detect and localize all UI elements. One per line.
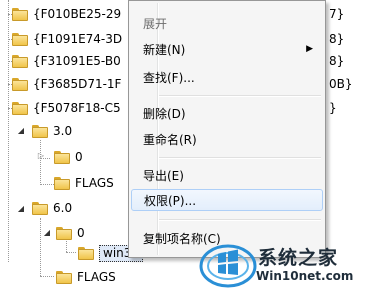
key-name-fragment: 8}	[329, 32, 345, 46]
tree-item-0[interactable]: 0	[56, 224, 85, 242]
menu-separator	[159, 157, 321, 159]
menu-item-label: 权限(P)...	[144, 193, 197, 208]
windows-logo-icon	[199, 244, 257, 288]
folder-icon	[12, 77, 28, 91]
tree-item-label: FLAGS	[75, 176, 114, 190]
watermark: 系统之家 Win10net.com	[196, 236, 367, 293]
tree-item[interactable]: {F010BE25-29	[12, 5, 121, 23]
watermark-url: Win10net.com	[256, 269, 354, 283]
folder-icon	[56, 226, 72, 240]
context-menu: 展开 新建(N) ▶ 查找(F)... 删除(D) 重命名(R) 导出(E) 权…	[128, 0, 326, 258]
menu-item-label: 展开	[143, 16, 168, 31]
tree-item-label: {F3685D71-1F	[33, 77, 122, 91]
collapse-arrow-icon[interactable]: ▷	[36, 151, 46, 161]
tree-item-label: 6.0	[53, 201, 73, 215]
tree-item-3-0[interactable]: 3.0	[32, 122, 72, 140]
expand-arrow-icon[interactable]: ◢	[42, 228, 52, 238]
tree-item[interactable]: {F1091E74-3D	[12, 30, 122, 48]
tree-item-label: 0	[77, 226, 85, 240]
folder-icon	[56, 270, 72, 284]
tree-item-label: FLAGS	[77, 270, 116, 284]
key-name-fragment: }	[329, 101, 337, 115]
menu-separator	[159, 219, 321, 221]
tree-line	[40, 184, 54, 185]
menu-item-expand[interactable]: 展开	[131, 12, 323, 34]
tree-line	[40, 218, 41, 276]
submenu-arrow-icon: ▶	[306, 44, 313, 54]
expand-arrow-icon[interactable]: ◢	[16, 126, 26, 136]
menu-item-new[interactable]: 新建(N) ▶	[131, 38, 323, 60]
menu-item-find[interactable]: 查找(F)...	[131, 66, 323, 88]
tree-item-label: {F010BE25-29	[33, 7, 122, 21]
key-name-fragment: 0B}	[329, 77, 353, 91]
key-name-fragment: 8}	[329, 54, 345, 68]
menu-item-export[interactable]: 导出(E)	[131, 164, 323, 186]
menu-separator	[159, 95, 321, 97]
menu-item-label: 删除(D)	[143, 106, 186, 121]
menu-item-rename[interactable]: 重命名(R)	[131, 128, 323, 150]
watermark-title: 系统之家	[258, 247, 339, 269]
tree-item[interactable]: {F5078F18-C5	[12, 99, 121, 117]
menu-item-label: 新建(N)	[143, 42, 186, 57]
folder-icon	[54, 176, 70, 190]
folder-icon	[12, 54, 28, 68]
folder-icon	[12, 32, 28, 46]
menu-item-label: 重命名(R)	[143, 132, 197, 147]
tree-item-flags[interactable]: FLAGS	[56, 268, 116, 286]
folder-icon	[12, 7, 28, 21]
tree-item-flags[interactable]: FLAGS	[54, 174, 114, 192]
tree-line	[40, 276, 54, 277]
menu-item-delete[interactable]: 删除(D)	[131, 102, 323, 124]
tree-item-label: 3.0	[53, 124, 73, 138]
key-name-fragment: 7}	[329, 7, 345, 21]
menu-item-permissions[interactable]: 权限(P)...	[131, 189, 323, 211]
tree-item-label: {F31091E5-B0	[33, 54, 121, 68]
menu-item-label: 导出(E)	[143, 168, 184, 183]
expand-arrow-icon[interactable]: ◢	[16, 204, 26, 214]
tree-item-6-0[interactable]: 6.0	[32, 199, 72, 217]
folder-icon	[54, 150, 70, 164]
tree-line	[66, 252, 76, 253]
folder-icon	[78, 246, 94, 260]
tree-item[interactable]: {F31091E5-B0	[12, 52, 121, 70]
tree-item[interactable]: {F3685D71-1F	[12, 75, 121, 93]
folder-icon	[32, 124, 48, 138]
tree-item-0[interactable]: 0	[54, 148, 83, 166]
menu-item-label: 查找(F)...	[143, 70, 195, 85]
tree-line	[40, 140, 41, 185]
folder-icon	[32, 201, 48, 215]
folder-icon	[12, 101, 28, 115]
tree-item-label: {F5078F18-C5	[33, 101, 121, 115]
tree-item-label: {F1091E74-3D	[33, 32, 123, 46]
tree-item-label: 0	[75, 150, 83, 164]
